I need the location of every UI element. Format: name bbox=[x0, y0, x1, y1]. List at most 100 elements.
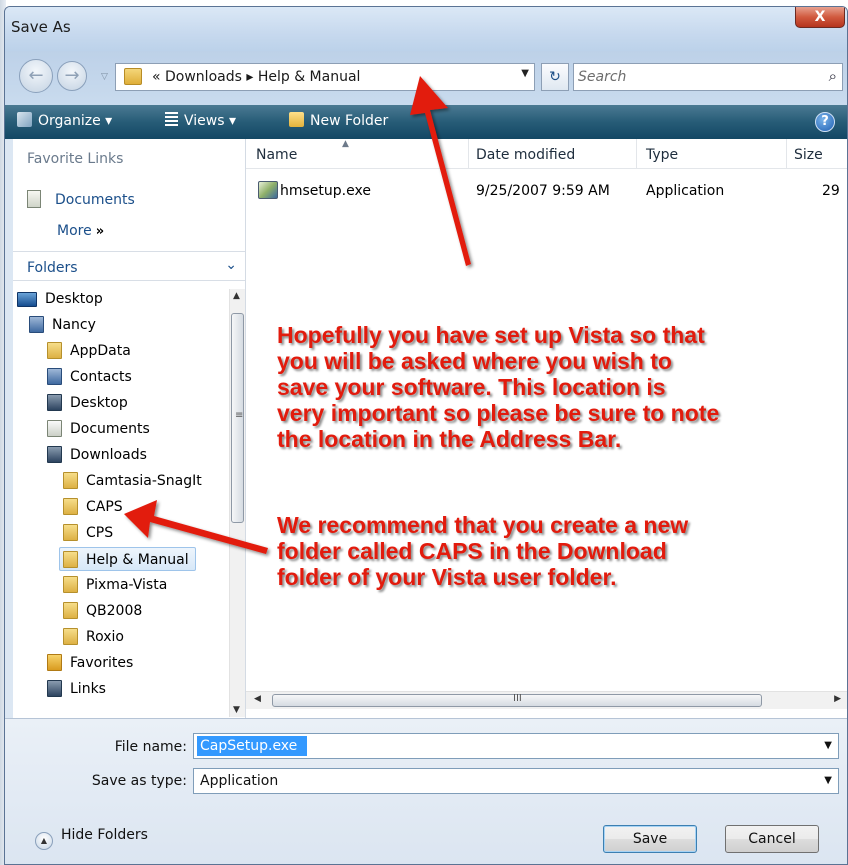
hide-folders-button[interactable]: ▲ Hide Folders bbox=[35, 827, 148, 850]
folders-label: Folders bbox=[27, 260, 78, 276]
folder-icon bbox=[47, 342, 62, 359]
tree-item-downloads[interactable]: Downloads bbox=[47, 443, 147, 467]
tree-item-nancy[interactable]: Nancy bbox=[29, 313, 96, 337]
scroll-down-icon[interactable]: ▼ bbox=[233, 705, 240, 715]
tree-item-label: Desktop bbox=[70, 395, 128, 411]
folder-icon bbox=[63, 628, 78, 645]
tree-item-desktop-folder[interactable]: Desktop bbox=[47, 391, 128, 415]
tree-item-label: Documents bbox=[70, 421, 150, 437]
organize-label: Organize ▾ bbox=[38, 113, 113, 129]
column-divider[interactable] bbox=[786, 139, 787, 169]
save-button[interactable]: Save bbox=[603, 825, 697, 853]
tree-item-desktop[interactable]: Desktop bbox=[17, 287, 103, 311]
grip-icon: ≡ bbox=[235, 410, 244, 421]
views-label: Views ▾ bbox=[184, 113, 236, 129]
file-name-combobox[interactable]: ▼ bbox=[193, 733, 839, 759]
column-header-type[interactable]: Type bbox=[646, 147, 678, 163]
tree-item-label: AppData bbox=[70, 343, 131, 359]
folder-icon bbox=[124, 68, 142, 85]
grip-icon: III bbox=[513, 693, 522, 704]
documents-icon bbox=[47, 420, 62, 437]
chevron-down-icon[interactable]: ⌄ bbox=[225, 257, 237, 273]
address-dropdown-icon[interactable]: ▼ bbox=[521, 68, 529, 79]
installer-file-icon bbox=[258, 181, 278, 199]
folder-tree-scrollbar[interactable]: ▲ ≡ ▼ bbox=[229, 289, 245, 717]
folder-tree: Desktop Nancy AppData Contacts Desktop D… bbox=[13, 287, 223, 717]
chevron-down-icon[interactable]: ▼ bbox=[824, 775, 832, 786]
folder-icon bbox=[63, 576, 78, 593]
folder-icon bbox=[63, 524, 78, 541]
back-arrow-icon: ← bbox=[28, 65, 44, 86]
downloads-icon bbox=[47, 446, 62, 463]
save-as-type-select[interactable]: Application ▼ bbox=[193, 768, 839, 794]
scroll-up-icon[interactable]: ▲ bbox=[233, 291, 240, 301]
tree-item-label: Help & Manual bbox=[86, 552, 189, 568]
recent-pages-dropdown[interactable]: ▽ bbox=[101, 72, 108, 82]
tree-item-links[interactable]: Links bbox=[47, 677, 106, 701]
tree-item-label: Contacts bbox=[70, 369, 132, 385]
tree-item-qb2008[interactable]: QB2008 bbox=[63, 599, 142, 623]
tree-item-caps[interactable]: CAPS bbox=[63, 495, 123, 519]
search-input[interactable] bbox=[578, 66, 798, 88]
cancel-button[interactable]: Cancel bbox=[725, 825, 819, 853]
tree-item-label: CPS bbox=[86, 525, 114, 541]
chevron-up-icon: ▲ bbox=[35, 832, 53, 850]
close-button[interactable]: X bbox=[795, 7, 845, 28]
tree-item-documents[interactable]: Documents bbox=[47, 417, 150, 441]
address-path[interactable]: « Downloads ▸ Help & Manual bbox=[152, 69, 360, 85]
tree-item-label: Favorites bbox=[70, 655, 134, 671]
save-as-type-value: Application bbox=[200, 773, 279, 789]
tree-item-label: Downloads bbox=[70, 447, 147, 463]
views-menu[interactable]: Views ▾ bbox=[165, 112, 236, 129]
scrollbar-thumb[interactable]: III bbox=[272, 693, 762, 707]
desktop-folder-icon bbox=[47, 394, 62, 411]
tree-item-label: Links bbox=[70, 681, 106, 697]
title-bar: Save As X bbox=[5, 7, 847, 51]
refresh-icon: ↻ bbox=[549, 69, 561, 85]
file-name-input[interactable] bbox=[197, 736, 307, 756]
back-button[interactable]: ← bbox=[19, 59, 53, 93]
search-box[interactable]: ⌕ bbox=[573, 63, 843, 91]
scroll-right-icon[interactable]: ▶ bbox=[834, 694, 841, 704]
command-toolbar: Organize ▾ Views ▾ New Folder ? bbox=[5, 105, 847, 139]
documents-icon bbox=[27, 190, 41, 208]
tree-item-favorites[interactable]: Favorites bbox=[47, 651, 133, 675]
file-row[interactable]: hmsetup.exe 9/25/2007 9:59 AM Applicatio… bbox=[246, 179, 847, 203]
favorite-link-documents[interactable]: Documents bbox=[27, 190, 135, 208]
organize-menu[interactable]: Organize ▾ bbox=[17, 112, 112, 129]
new-folder-button[interactable]: New Folder bbox=[289, 112, 388, 129]
scroll-left-icon[interactable]: ◀ bbox=[254, 694, 261, 704]
tree-item-label: QB2008 bbox=[86, 603, 143, 619]
help-icon[interactable]: ? bbox=[815, 112, 835, 132]
forward-button[interactable]: → bbox=[57, 61, 87, 91]
tree-item-appdata[interactable]: AppData bbox=[47, 339, 131, 363]
refresh-button[interactable]: ↻ bbox=[541, 63, 569, 91]
tree-item-camtasia-snagit[interactable]: Camtasia-SnagIt bbox=[63, 469, 202, 493]
scrollbar-thumb[interactable]: ≡ bbox=[231, 313, 244, 523]
tree-item-roxio[interactable]: Roxio bbox=[63, 625, 124, 649]
search-icon[interactable]: ⌕ bbox=[829, 67, 837, 85]
tree-item-label: CAPS bbox=[86, 499, 123, 515]
column-header-date-modified[interactable]: Date modified bbox=[476, 147, 575, 163]
tree-item-label: Nancy bbox=[52, 317, 96, 333]
column-header-name[interactable]: Name bbox=[256, 147, 297, 163]
column-divider[interactable] bbox=[468, 139, 469, 169]
folders-header[interactable]: Folders ⌄ bbox=[13, 251, 245, 281]
file-size: 29 bbox=[822, 183, 840, 199]
address-bar[interactable]: « Downloads ▸ Help & Manual ▼ bbox=[115, 63, 535, 91]
file-name-label: File name: bbox=[114, 739, 187, 755]
tree-item-cps[interactable]: CPS bbox=[63, 521, 113, 545]
tree-item-help-manual[interactable]: Help & Manual bbox=[59, 547, 196, 571]
contacts-icon bbox=[47, 368, 62, 385]
annotation-line: Hopefully you have set up Vista so that bbox=[277, 322, 705, 348]
file-list-horizontal-scrollbar[interactable]: ◀ III ▶ bbox=[246, 691, 847, 709]
more-links-button[interactable]: More» bbox=[57, 223, 104, 239]
sort-ascending-icon: ▲ bbox=[342, 139, 349, 149]
column-divider[interactable] bbox=[636, 139, 637, 169]
annotation-line: save your software. This location is bbox=[277, 374, 666, 400]
chevron-down-icon[interactable]: ▼ bbox=[824, 740, 832, 751]
tree-item-contacts[interactable]: Contacts bbox=[47, 365, 132, 389]
tree-item-pixma-vista[interactable]: Pixma-Vista bbox=[63, 573, 167, 597]
organize-icon bbox=[17, 112, 32, 127]
column-header-size[interactable]: Size bbox=[794, 147, 823, 163]
